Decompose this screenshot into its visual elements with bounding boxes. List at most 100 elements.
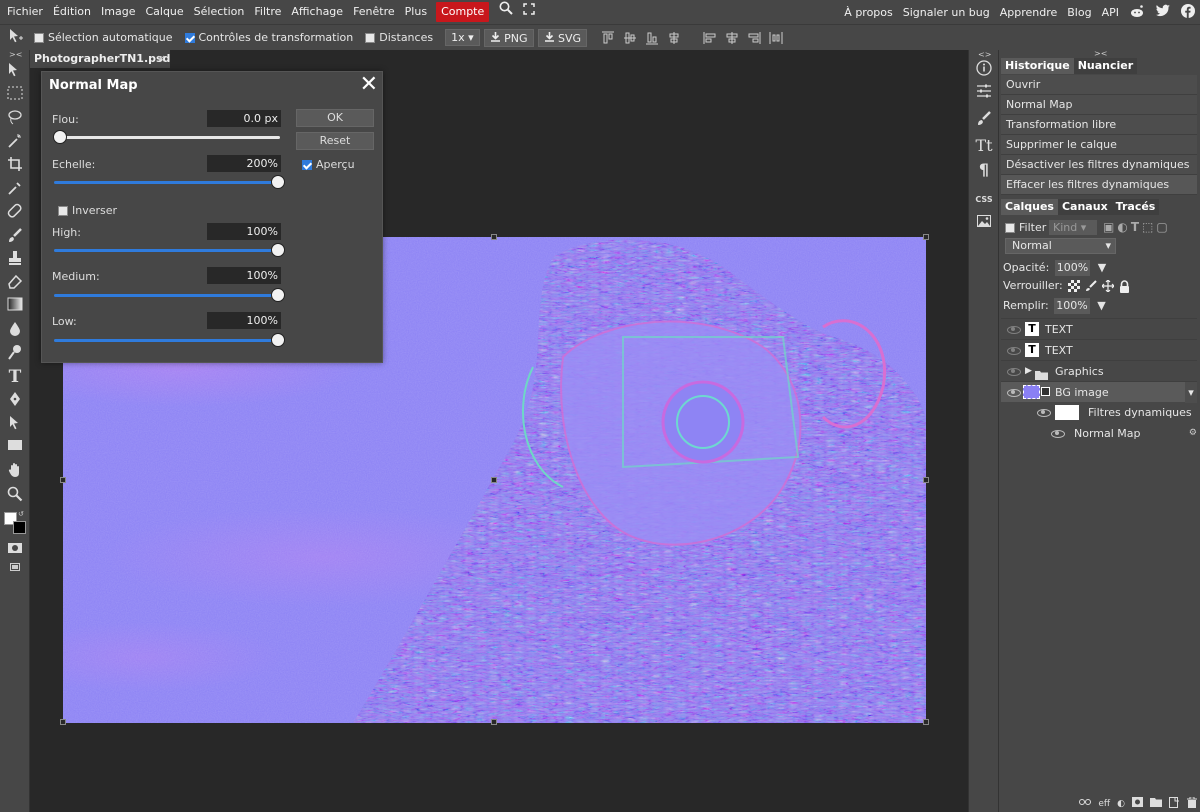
history-item[interactable]: Normal Map (1001, 95, 1197, 115)
blur-input[interactable]: 0.0 px (207, 110, 281, 127)
move-tool-icon[interactable] (5, 62, 25, 82)
blur-tool-icon[interactable] (5, 321, 25, 341)
image-icon[interactable] (974, 214, 994, 234)
lasso-tool-icon[interactable] (5, 109, 25, 129)
history-item[interactable]: Supprimer le calque (1001, 135, 1197, 155)
tab-historique[interactable]: Historique (1001, 58, 1074, 74)
history-item[interactable]: Désactiver les filtres dynamiques (1001, 155, 1197, 175)
screen-mode-icon[interactable] (10, 561, 20, 574)
brush-settings-icon[interactable] (974, 110, 994, 130)
layer-filter-checkbox[interactable] (1005, 223, 1015, 233)
api-link[interactable]: API (1097, 6, 1124, 19)
tab-calques[interactable]: Calques (1001, 199, 1058, 215)
low-slider-knob[interactable] (271, 333, 285, 347)
chevron-down-icon[interactable]: ▼ (1098, 261, 1106, 274)
transform-handle[interactable] (491, 234, 497, 240)
menu-fenetre[interactable]: Fenêtre (348, 0, 400, 24)
stamp-tool-icon[interactable] (5, 250, 25, 270)
menu-calque[interactable]: Calque (140, 0, 188, 24)
scale-input[interactable]: 200% (207, 155, 281, 172)
tab-canaux[interactable]: Canaux (1057, 199, 1112, 215)
lock-position-icon[interactable] (1101, 280, 1114, 292)
align-vcenter-icon[interactable] (667, 31, 681, 45)
transform-handle[interactable] (923, 234, 929, 240)
align-top-icon[interactable] (601, 31, 615, 45)
layer-row-selected[interactable]: BG image ▾ (1001, 381, 1197, 403)
opacity-input[interactable]: 100% (1054, 260, 1091, 276)
lock-pixels-icon[interactable] (1085, 280, 1097, 292)
reddit-icon[interactable] (1124, 4, 1150, 21)
high-input[interactable]: 100% (207, 223, 281, 240)
collapse-handle[interactable]: >< (9, 50, 22, 59)
marquee-tool-icon[interactable] (5, 86, 25, 106)
transform-handle[interactable] (491, 719, 497, 725)
align-bottom-icon[interactable] (645, 31, 659, 45)
layer-row[interactable]: ▶ Graphics (1001, 360, 1197, 381)
align-middle-icon[interactable] (623, 31, 637, 45)
link-layers-icon[interactable] (1079, 798, 1092, 809)
filter-adjustment-icon[interactable]: ◐ (1117, 220, 1127, 234)
transform-handle[interactable] (60, 477, 66, 483)
scale-slider-knob[interactable] (271, 175, 285, 189)
transform-controls-checkbox[interactable] (184, 32, 195, 43)
transform-handle[interactable] (491, 477, 497, 483)
high-slider[interactable] (54, 249, 280, 252)
filter-shape-icon[interactable]: ⬚ (1142, 220, 1153, 234)
eraser-tool-icon[interactable] (5, 274, 25, 294)
visibility-eye-icon[interactable] (1051, 430, 1065, 438)
low-slider[interactable] (54, 339, 280, 342)
brush-tool-icon[interactable] (5, 227, 25, 247)
blur-slider[interactable] (54, 136, 280, 139)
menu-fichier[interactable]: Fichier (2, 0, 48, 24)
facebook-icon[interactable] (1176, 3, 1200, 21)
shape-tool-icon[interactable] (5, 438, 25, 458)
filter-text-icon[interactable]: T (1131, 220, 1139, 234)
gradient-tool-icon[interactable] (5, 297, 25, 317)
visibility-eye-icon[interactable] (1007, 326, 1021, 334)
learn-link[interactable]: Apprendre (995, 6, 1063, 19)
medium-input[interactable]: 100% (207, 267, 281, 284)
export-png-button[interactable]: PNG (483, 28, 534, 47)
effects-button[interactable]: eff (1098, 799, 1110, 809)
search-icon[interactable] (493, 0, 519, 24)
menu-image[interactable]: Image (96, 0, 140, 24)
layer-row[interactable]: T TEXT (1001, 339, 1197, 360)
high-slider-knob[interactable] (271, 243, 285, 257)
layer-row[interactable]: T TEXT (1001, 318, 1197, 339)
medium-slider[interactable] (54, 294, 280, 297)
history-item[interactable]: Effacer les filtres dynamiques (1001, 175, 1197, 195)
filter-smart-icon[interactable]: ▢ (1156, 220, 1167, 234)
preview-checkbox[interactable] (302, 158, 316, 171)
visibility-eye-icon[interactable] (1007, 368, 1021, 376)
info-icon[interactable] (974, 60, 994, 80)
align-right-icon[interactable] (747, 31, 761, 45)
expand-arrow-icon[interactable]: ▶ (1025, 361, 1032, 382)
distribute-icon[interactable] (769, 31, 783, 45)
filter-image-icon[interactable]: ▣ (1103, 220, 1114, 234)
tab-traces[interactable]: Tracés (1111, 199, 1160, 215)
new-group-icon[interactable] (1150, 797, 1162, 810)
report-bug-link[interactable]: Signaler un bug (898, 6, 995, 19)
close-icon[interactable]: ✕ (360, 72, 378, 97)
new-layer-icon[interactable] (1169, 796, 1180, 811)
export-svg-button[interactable]: SVG (537, 28, 588, 47)
lock-transparency-icon[interactable] (1067, 280, 1080, 292)
medium-slider-knob[interactable] (271, 288, 285, 302)
crop-tool-icon[interactable] (5, 156, 25, 176)
gear-icon[interactable]: ⚙ (1189, 423, 1197, 444)
transform-handle[interactable] (923, 477, 929, 483)
zoom-tool-icon[interactable] (5, 486, 25, 506)
fullscreen-icon[interactable] (519, 0, 539, 24)
low-input[interactable]: 100% (207, 312, 281, 329)
delete-layer-icon[interactable] (1187, 796, 1197, 811)
auto-select-checkbox[interactable] (34, 32, 44, 43)
healing-tool-icon[interactable] (5, 203, 25, 223)
invert-checkbox-box[interactable] (58, 206, 68, 216)
eyedropper-icon[interactable] (5, 180, 25, 200)
layer-kind-select[interactable]: Kind ▾ (1049, 220, 1097, 235)
layer-row[interactable]: Normal Map ⚙ (1001, 423, 1197, 444)
menu-plus[interactable]: Plus (400, 0, 432, 24)
transform-handle[interactable] (923, 719, 929, 725)
visibility-eye-icon[interactable] (1007, 347, 1021, 355)
magic-wand-icon[interactable] (5, 133, 25, 153)
